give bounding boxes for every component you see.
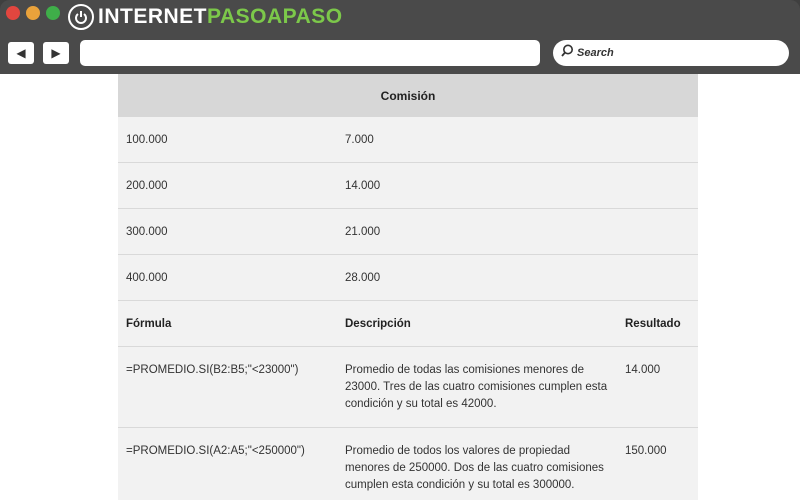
forward-button[interactable]: ▶ bbox=[43, 42, 69, 64]
title-bar: INTERNET PASOAPASO bbox=[0, 0, 800, 34]
description-cell: Promedio de todas las comisiones menores… bbox=[345, 364, 608, 410]
close-window-button[interactable] bbox=[6, 6, 20, 20]
page-content: Comisión 100.000 7.000 200.000 14.000 30… bbox=[0, 74, 800, 500]
formula-cell: =PROMEDIO.SI(B2:B5;"<23000") bbox=[126, 364, 299, 376]
result-cell: 14.000 bbox=[625, 364, 661, 376]
result-cell: 150.000 bbox=[625, 445, 667, 457]
description-cell: Promedio de todos los valores de propied… bbox=[345, 445, 604, 491]
property-value-cell: 300.000 bbox=[126, 225, 168, 238]
browser-toolbar: ◀ ▶ Search bbox=[0, 34, 800, 74]
formula-column-header: Fórmula bbox=[126, 317, 172, 330]
site-logo: INTERNET PASOAPASO bbox=[68, 4, 343, 30]
commission-cell: 21.000 bbox=[345, 225, 381, 238]
table-row: 300.000 21.000 bbox=[118, 209, 698, 255]
formula-table-header: Fórmula Descripción Resultado bbox=[118, 301, 698, 347]
logo-text-pasoapaso: PASOAPASO bbox=[207, 5, 343, 28]
table-row: 100.000 7.000 bbox=[118, 117, 698, 163]
forward-arrow-icon: ▶ bbox=[51, 46, 61, 60]
browser-window: INTERNET PASOAPASO ◀ ▶ Search Comisión 1… bbox=[0, 0, 800, 500]
back-arrow-icon: ◀ bbox=[16, 46, 26, 60]
property-value-cell: 400.000 bbox=[126, 271, 168, 284]
maximize-window-button[interactable] bbox=[46, 6, 60, 20]
table-row: 400.000 28.000 bbox=[118, 255, 698, 301]
logo-text-internet: INTERNET bbox=[98, 5, 207, 28]
commission-header: Comisión bbox=[118, 74, 698, 117]
commission-header-label: Comisión bbox=[380, 88, 436, 103]
table-row: =PROMEDIO.SI(B2:B5;"<23000") Promedio de… bbox=[118, 347, 698, 428]
description-column-header: Descripción bbox=[345, 317, 411, 330]
power-icon bbox=[68, 4, 94, 30]
search-icon bbox=[561, 44, 574, 62]
minimize-window-button[interactable] bbox=[26, 6, 40, 20]
formula-cell: =PROMEDIO.SI(A2:A5;"<250000") bbox=[126, 445, 305, 457]
commission-cell: 14.000 bbox=[345, 179, 381, 192]
table-row: 200.000 14.000 bbox=[118, 163, 698, 209]
back-button[interactable]: ◀ bbox=[8, 42, 34, 64]
table-row: =PROMEDIO.SI(A2:A5;"<250000") Promedio d… bbox=[118, 428, 698, 500]
article-tables: Comisión 100.000 7.000 200.000 14.000 30… bbox=[118, 74, 698, 500]
commission-cell: 28.000 bbox=[345, 271, 381, 284]
commission-cell: 7.000 bbox=[345, 133, 374, 146]
result-column-header: Resultado bbox=[625, 317, 681, 330]
search-label: Search bbox=[577, 47, 614, 59]
search-box[interactable]: Search bbox=[553, 40, 789, 66]
address-bar[interactable] bbox=[80, 40, 540, 66]
property-value-cell: 200.000 bbox=[126, 179, 168, 192]
property-value-cell: 100.000 bbox=[126, 133, 168, 146]
